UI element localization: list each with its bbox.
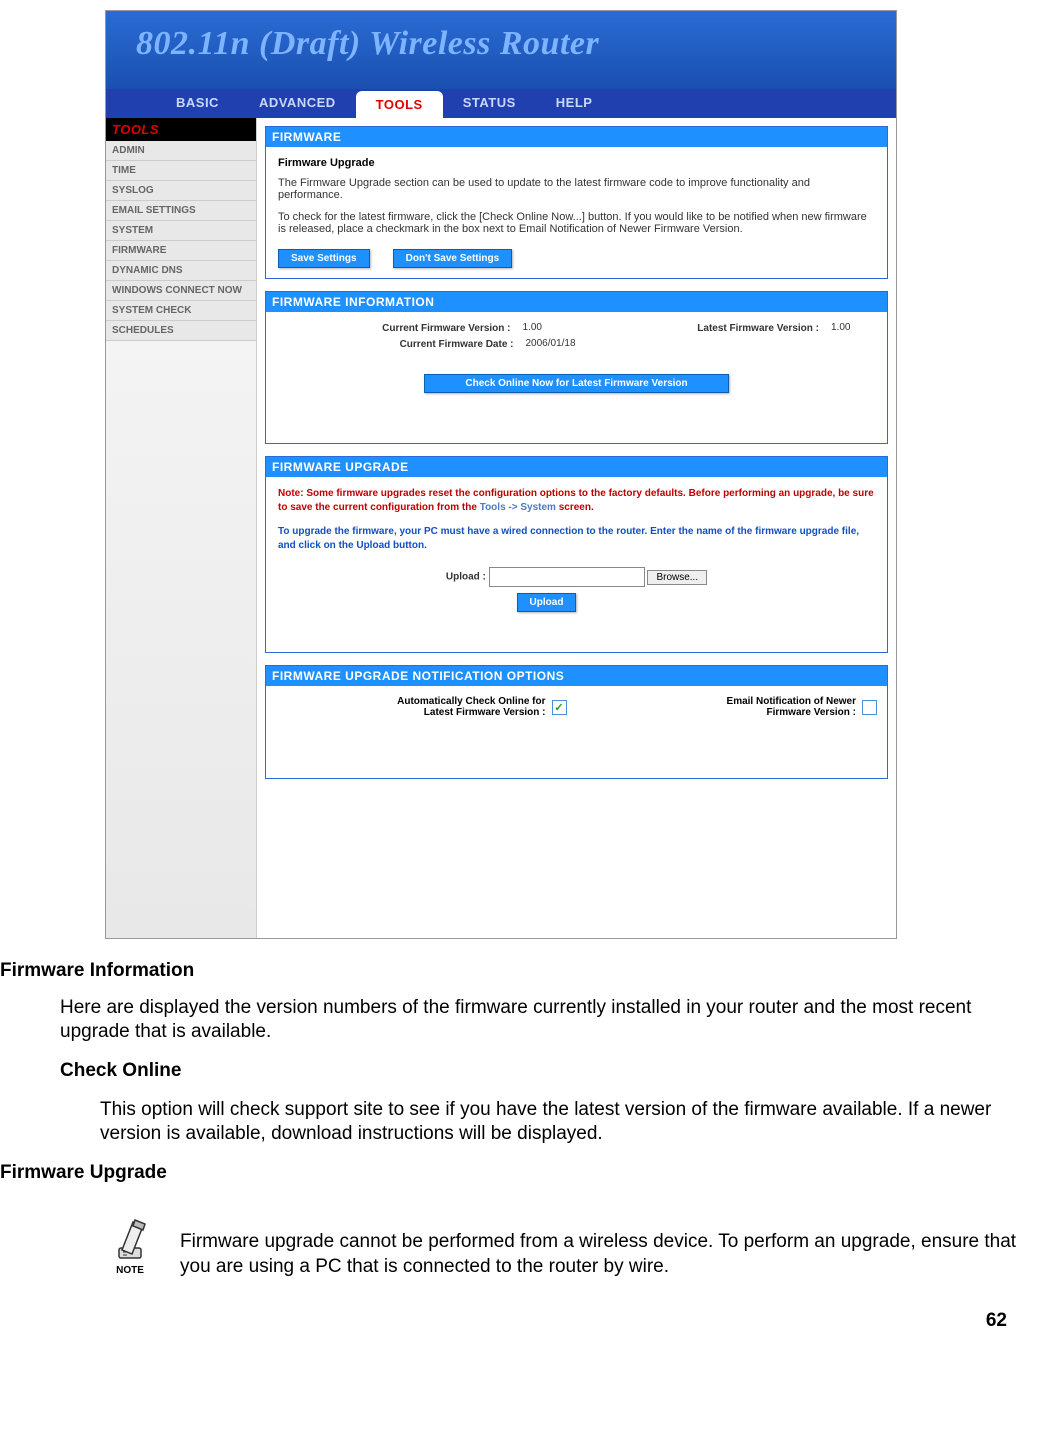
panel-firmware-upgrade-header: FIRMWARE UPGRADE [266,457,887,477]
upload-button[interactable]: Upload [517,593,577,612]
save-settings-button[interactable]: Save Settings [278,249,370,268]
heading-firmware-upgrade: Firmware Upgrade [0,1161,1017,1186]
upgrade-instruction-note: To upgrade the firmware, your PC must ha… [278,525,875,553]
tab-help[interactable]: HELP [536,89,613,118]
panel-firmware: FIRMWARE Firmware Upgrade The Firmware U… [265,126,888,279]
firmware-upgrade-subtitle: Firmware Upgrade [278,157,875,169]
sidebar-item-firmware[interactable]: FIRMWARE [106,241,256,261]
sidebar-item-admin[interactable]: ADMIN [106,141,256,161]
tab-advanced[interactable]: ADVANCED [239,89,356,118]
check-online-button[interactable]: Check Online Now for Latest Firmware Ver… [424,374,728,393]
sidebar-item-syslog[interactable]: SYSLOG [106,181,256,201]
note-icon: NOTE [100,1216,160,1277]
firmware-desc-1: The Firmware Upgrade section can be used… [278,177,875,201]
panel-notification-options: FIRMWARE UPGRADE NOTIFICATION OPTIONS Au… [265,665,888,779]
main-nav: BASIC ADVANCED TOOLS STATUS HELP [106,89,896,118]
current-firmware-date-value: 2006/01/18 [526,338,576,349]
latest-firmware-version-value: 1.00 [831,322,850,333]
upload-path-input[interactable] [489,567,645,587]
heading-firmware-information: Firmware Information [0,959,1017,984]
brand-header: 802.11n (Draft) Wireless Router [106,11,896,89]
note-block: NOTE Firmware upgrade cannot be performe… [100,1216,1017,1279]
sidebar-item-windows-connect-now[interactable]: WINDOWS CONNECT NOW [106,281,256,301]
sidebar-item-dynamic-dns[interactable]: DYNAMIC DNS [106,261,256,281]
panel-firmware-info-header: FIRMWARE INFORMATION [266,292,887,312]
email-notif-checkbox[interactable] [862,700,877,715]
tools-system-link[interactable]: Tools -> System [480,502,556,513]
text-firmware-information: Here are displayed the version numbers o… [60,996,1017,1045]
browse-button[interactable]: Browse... [647,570,707,585]
panel-firmware-header: FIRMWARE [266,127,887,147]
auto-check-checkbox[interactable] [552,700,567,715]
panel-notification-header: FIRMWARE UPGRADE NOTIFICATION OPTIONS [266,666,887,686]
note-label: NOTE [100,1264,160,1277]
text-check-online: This option will check support site to s… [100,1098,1017,1147]
latest-firmware-version-label: Latest Firmware Version : [697,323,819,334]
dont-save-settings-button[interactable]: Don't Save Settings [393,249,513,268]
sidebar-item-schedules[interactable]: SCHEDULES [106,321,256,341]
email-notif-label-line1: Email Notification of Newer [727,696,856,707]
note-text: Firmware upgrade cannot be performed fro… [180,1216,1017,1279]
tab-basic[interactable]: BASIC [156,89,239,118]
panel-firmware-upgrade: FIRMWARE UPGRADE Note: Some firmware upg… [265,456,888,653]
panel-firmware-information: FIRMWARE INFORMATION Current Firmware Ve… [265,291,888,444]
tab-tools[interactable]: TOOLS [356,91,443,118]
sidebar-item-system-check[interactable]: SYSTEM CHECK [106,301,256,321]
current-firmware-version-value: 1.00 [523,322,542,333]
sidebar: TOOLS ADMIN TIME SYSLOG EMAIL SETTINGS S… [106,118,257,938]
current-firmware-date-label: Current Firmware Date : [400,339,514,350]
router-ui-screenshot: 802.11n (Draft) Wireless Router BASIC AD… [105,10,897,939]
auto-check-label-line1: Automatically Check Online for [397,696,545,707]
upgrade-warning-note: Note: Some firmware upgrades reset the c… [278,487,875,515]
sidebar-title: TOOLS [106,118,256,141]
firmware-desc-2: To check for the latest firmware, click … [278,211,875,235]
heading-check-online: Check Online [60,1059,1017,1084]
upload-label: Upload : [446,572,486,583]
email-notif-label-line2: Firmware Version : [727,707,856,718]
tab-status[interactable]: STATUS [443,89,536,118]
sidebar-item-time[interactable]: TIME [106,161,256,181]
current-firmware-version-label: Current Firmware Version : [382,323,510,334]
sidebar-item-email-settings[interactable]: EMAIL SETTINGS [106,201,256,221]
auto-check-label-line2: Latest Firmware Version : [397,707,545,718]
sidebar-item-system[interactable]: SYSTEM [106,221,256,241]
page-number: 62 [0,1309,1017,1334]
